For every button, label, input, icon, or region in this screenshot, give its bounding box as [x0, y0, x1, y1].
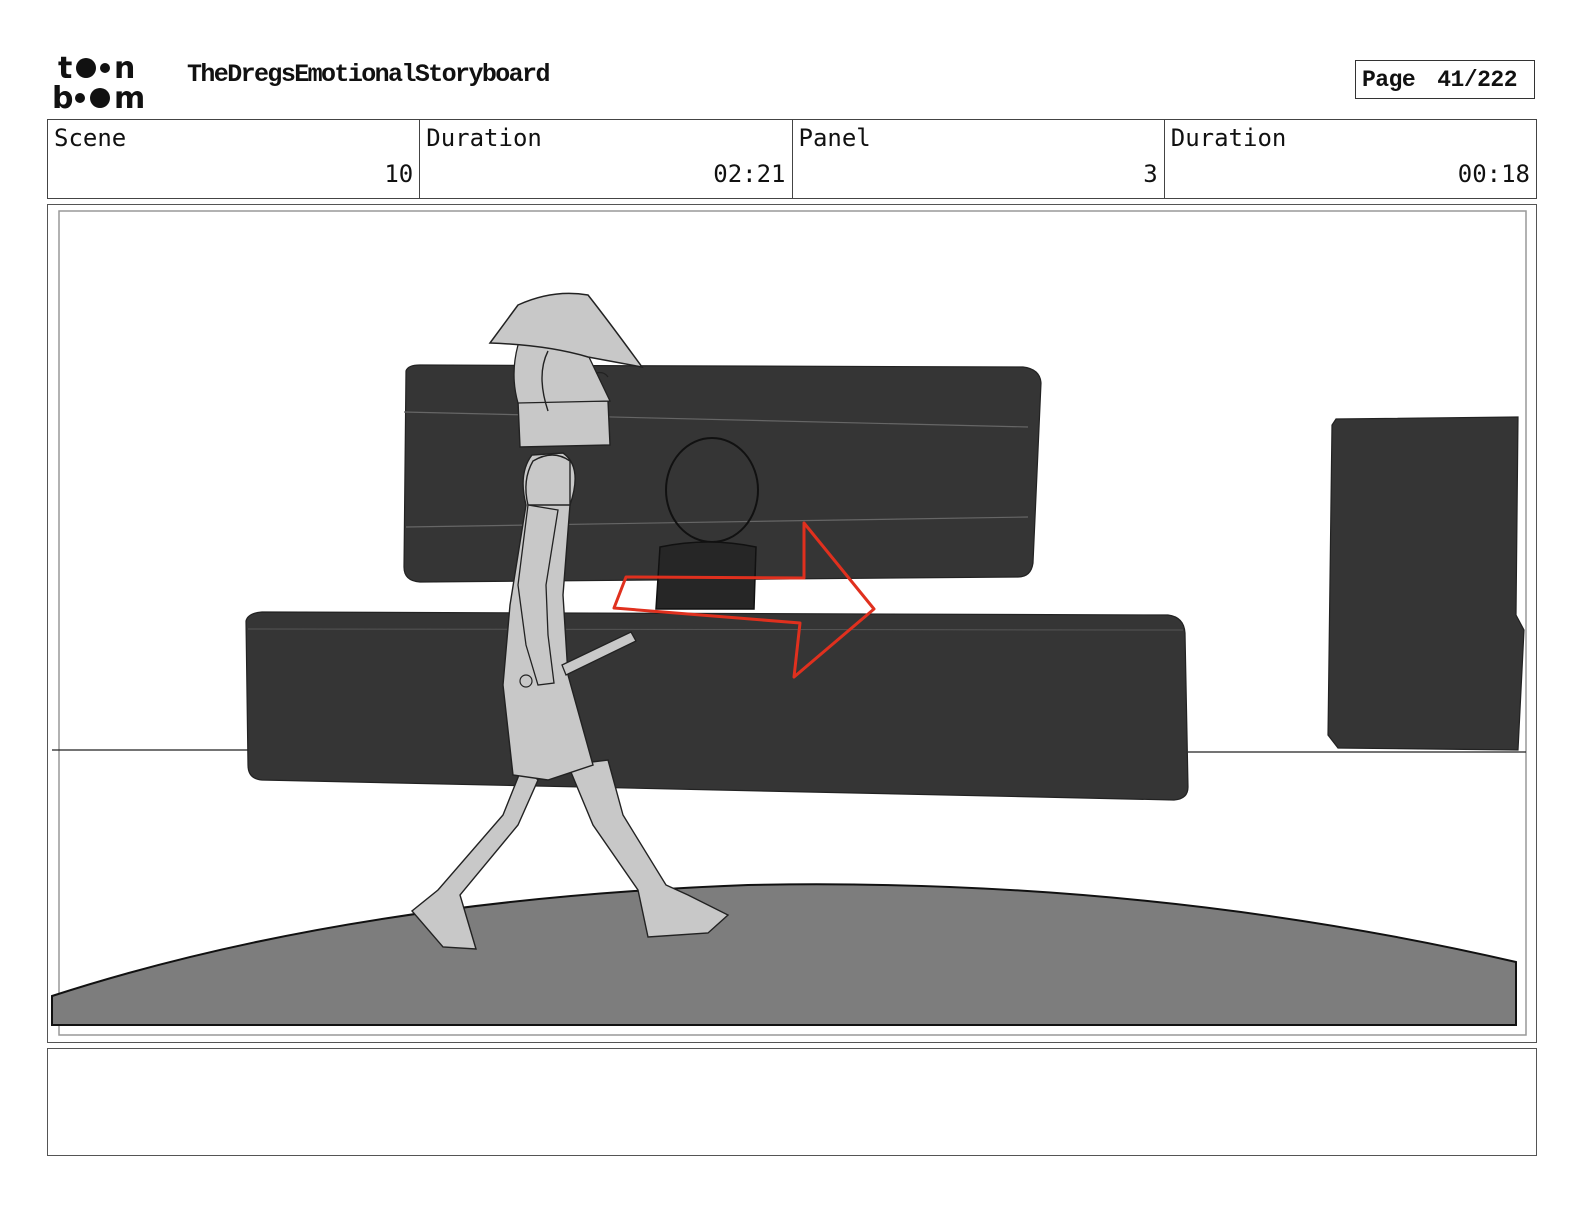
panel-cell: Panel 3	[793, 120, 1165, 198]
scene-duration-cell: Duration 02:21	[420, 120, 793, 198]
character-sword-hilt	[519, 674, 533, 688]
panel-duration-label: Duration	[1170, 124, 1287, 152]
character-shoulder	[525, 454, 571, 506]
svg-text:b: b	[52, 81, 73, 112]
storyboard-panel	[47, 204, 1537, 1043]
lower-bench	[245, 611, 1189, 801]
page-number: 41/222	[1437, 66, 1518, 93]
page-label: Page	[1362, 66, 1416, 93]
page-indicator: Page 41/222	[1355, 60, 1535, 99]
ground-mound	[51, 883, 1517, 1026]
right-block	[1327, 416, 1525, 751]
scene-label: Scene	[54, 124, 127, 152]
panel-drawing	[51, 210, 1527, 1036]
toonboom-logo: t n b m	[52, 51, 145, 112]
character-collar	[517, 400, 611, 448]
panel-label: Panel	[798, 124, 871, 152]
panel-notes	[47, 1048, 1537, 1156]
panel-duration-value: 00:18	[1457, 160, 1530, 188]
document-title: TheDregsEmotionalStoryboard	[187, 60, 550, 89]
scene-duration-label: Duration	[426, 124, 542, 152]
background-figure-body	[655, 541, 757, 610]
scene-duration-value: 02:21	[713, 160, 786, 188]
svg-text:m: m	[114, 81, 145, 112]
scene-cell: Scene 10	[48, 120, 421, 198]
scene-value: 10	[384, 160, 414, 188]
panel-value: 3	[1143, 160, 1158, 188]
panel-duration-cell: Duration 00:18	[1165, 120, 1536, 198]
scene-info-row: Scene 10 Duration 02:21 Panel 3 Duration…	[47, 119, 1537, 199]
